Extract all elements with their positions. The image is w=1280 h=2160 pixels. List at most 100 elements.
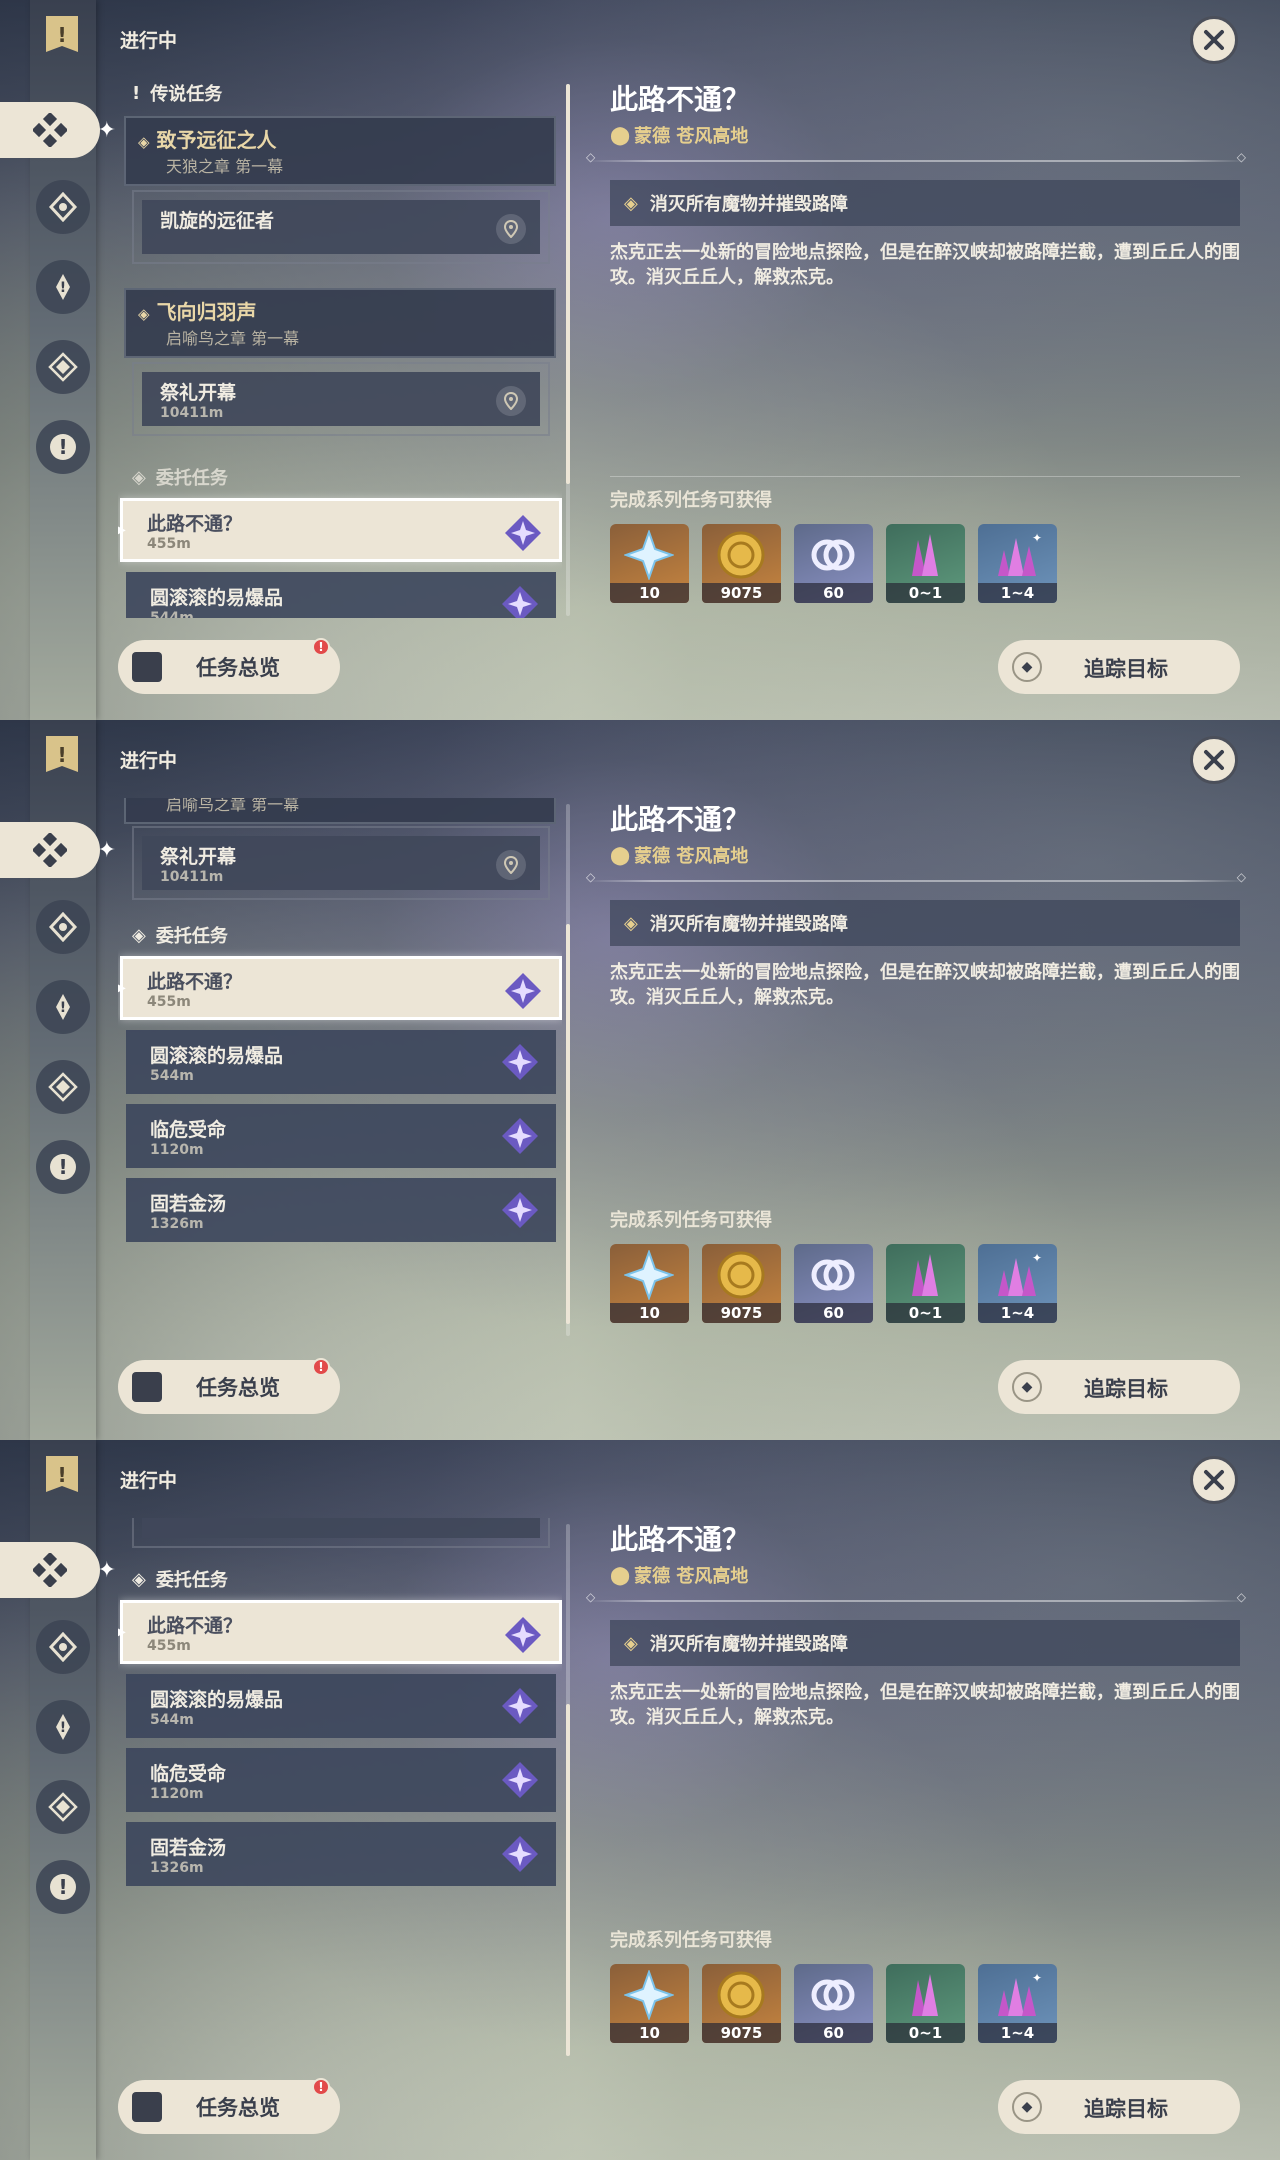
reward-crystal-cluster[interactable]: ✦ 1~4 bbox=[978, 1244, 1057, 1323]
selected-arrow-icon: ▶ bbox=[118, 1624, 126, 1640]
reward-crystal[interactable]: 0~1 bbox=[886, 1244, 965, 1323]
archon-subquest-2[interactable]: 祭礼开幕 10411m bbox=[132, 362, 550, 436]
quest-list[interactable]: ◈ 委托任务 ▶ 此路不通？ 455m 圆滚滚的易爆品 544m 临危受命 1120m … bbox=[118, 1518, 562, 2058]
track-target-button[interactable]: ◆ 追踪目标 bbox=[998, 2080, 1240, 2134]
subquest-distance: 10411m bbox=[160, 405, 224, 421]
reward-crystal[interactable]: 0~1 bbox=[886, 524, 965, 603]
commission-item-selected[interactable]: ▶ 此路不通？ 455m bbox=[118, 956, 562, 1020]
archon-subquest-2[interactable] bbox=[132, 1518, 550, 1548]
tab-world-quests[interactable]: ! bbox=[36, 420, 90, 474]
commission-icon: ◈ bbox=[132, 466, 146, 488]
reward-primogem[interactable]: 10 bbox=[610, 1964, 689, 2043]
scrollbar-thumb[interactable] bbox=[566, 84, 570, 484]
divider bbox=[610, 476, 1240, 477]
tab-archon-quests[interactable] bbox=[36, 1620, 90, 1674]
reward-adventure-exp[interactable]: 60 bbox=[794, 524, 873, 603]
spark-icon: ✦ bbox=[97, 118, 116, 143]
reward-adventure-exp[interactable]: 60 bbox=[794, 1964, 873, 2043]
tab-world-quests[interactable]: ! bbox=[36, 1140, 90, 1194]
commission-distance: 455m bbox=[147, 535, 191, 552]
svg-text:✦: ✦ bbox=[1032, 1251, 1042, 1265]
location-pin-icon[interactable] bbox=[496, 386, 526, 416]
archon-subquest-1[interactable]: 凯旋的远征者 bbox=[132, 190, 550, 264]
crystal-icon bbox=[912, 534, 938, 576]
scrollbar[interactable] bbox=[566, 84, 570, 616]
rewards-row: 10 9075 60 0~1 ✦ 1~4 bbox=[610, 1244, 1057, 1323]
selected-arrow-icon: ▶ bbox=[118, 980, 126, 996]
commission-item-selected[interactable]: ▶ 此路不通？ 455m bbox=[118, 1600, 562, 1664]
commission-distance: 1326m bbox=[150, 1215, 204, 1232]
quest-overview-button[interactable]: 任务总览! bbox=[118, 2078, 340, 2134]
reward-mora[interactable]: 9075 bbox=[702, 524, 781, 603]
tab-all-quests[interactable]: ✦ bbox=[0, 1542, 116, 1598]
commission-item[interactable]: 固若金汤 1326m bbox=[126, 1178, 556, 1242]
quest-list[interactable]: 飞向归羽声 启喻鸟之章 第一幕 祭礼开幕10411m ◈ 委托任务 ▶ 此路不通？… bbox=[118, 798, 562, 1338]
quest-overview-button[interactable]: 任务总览! bbox=[118, 1358, 340, 1414]
reward-primogem[interactable]: 10 bbox=[610, 524, 689, 603]
commission-item[interactable]: 圆滚滚的易爆品 544m bbox=[126, 1674, 556, 1738]
archon-quest-1[interactable]: ◈ 致予远征之人 天狼之章 第一幕 bbox=[124, 116, 556, 186]
commission-star-icon bbox=[502, 1688, 538, 1724]
commission-item[interactable]: 圆滚滚的易爆品 544m bbox=[126, 1030, 556, 1094]
track-target-button[interactable]: ◆ 追踪目标 bbox=[998, 1360, 1240, 1414]
alert-badge: ! bbox=[312, 1358, 330, 1376]
archon-quest-2[interactable]: 飞向归羽声 启喻鸟之章 第一幕 bbox=[124, 798, 556, 824]
primogem-icon bbox=[624, 1250, 674, 1300]
tab-story-quests[interactable]: ! bbox=[36, 980, 90, 1034]
svg-text:!: ! bbox=[58, 1875, 67, 1899]
bookmark-icon[interactable]: ! bbox=[44, 1454, 80, 1498]
legend-quest-section: ! 传说任务 bbox=[132, 78, 222, 108]
tab-archon-quests[interactable] bbox=[36, 900, 90, 954]
detail-location: ⬤ 蒙德 苍风高地 bbox=[610, 842, 748, 868]
bookmark-icon[interactable]: ! bbox=[44, 14, 80, 58]
objective-bar: ◈ 消灭所有魔物并摧毁路障 bbox=[610, 180, 1240, 226]
reward-adventure-exp[interactable]: 60 bbox=[794, 1244, 873, 1323]
tab-commissions[interactable] bbox=[36, 340, 90, 394]
reward-crystal[interactable]: 0~1 bbox=[886, 1964, 965, 2043]
tab-commissions[interactable] bbox=[36, 1780, 90, 1834]
rewards-label: 完成系列任务可获得 bbox=[610, 1930, 772, 1951]
location-pin-icon[interactable] bbox=[496, 850, 526, 880]
archon-quest-2[interactable]: ◈ 飞向归羽声 启喻鸟之章 第一幕 bbox=[124, 288, 556, 358]
tab-world-quests[interactable]: ! bbox=[36, 1860, 90, 1914]
archon-subquest-2[interactable]: 祭礼开幕 10411m bbox=[132, 826, 550, 900]
reward-crystal-cluster[interactable]: ✦ 1~4 bbox=[978, 524, 1057, 603]
commission-distance: 455m bbox=[147, 1637, 191, 1654]
scrollbar-thumb[interactable] bbox=[566, 1704, 570, 2056]
quest-list[interactable]: ! 传说任务 ◈ 致予远征之人 天狼之章 第一幕 凯旋的远征者 ◈ 飞向归羽声 启… bbox=[118, 78, 562, 618]
location-pin-icon[interactable] bbox=[496, 214, 526, 244]
commission-item[interactable]: 临危受命 1120m bbox=[126, 1104, 556, 1168]
tab-commissions[interactable] bbox=[36, 1060, 90, 1114]
reward-primogem[interactable]: 10 bbox=[610, 1244, 689, 1323]
tab-archon-quests[interactable] bbox=[36, 180, 90, 234]
objective-bar: ◈ 消灭所有魔物并摧毁路障 bbox=[610, 1620, 1240, 1666]
quest-description: 杰克正去一处新的冒险地点探险，但是在醉汉峡却被路障拦截，遭到丘丘人的围攻。消灭丘… bbox=[610, 962, 1240, 1008]
reward-crystal-cluster[interactable]: ✦ 1~4 bbox=[978, 1964, 1057, 2043]
archon-chapter: 启喻鸟之章 第一幕 bbox=[166, 798, 300, 814]
adventure-exp-icon bbox=[811, 539, 855, 571]
commission-distance: 1120m bbox=[150, 1141, 204, 1158]
tab-all-quests[interactable]: ✦ bbox=[0, 102, 116, 158]
reward-mora[interactable]: 9075 bbox=[702, 1244, 781, 1323]
tab-all-quests[interactable]: ✦ bbox=[0, 822, 116, 878]
commission-distance: 1326m bbox=[150, 1859, 204, 1876]
scrollbar-thumb[interactable] bbox=[566, 924, 570, 1324]
track-target-button[interactable]: ◆ 追踪目标 bbox=[998, 640, 1240, 694]
tab-story-quests[interactable]: ! bbox=[36, 1700, 90, 1754]
commission-item[interactable]: 临危受命 1120m bbox=[126, 1748, 556, 1812]
bookmark-icon[interactable]: ! bbox=[44, 734, 80, 778]
archon-quest-icon bbox=[48, 192, 78, 222]
commission-title: 临危受命 bbox=[150, 1118, 227, 1141]
commission-item[interactable]: 固若金汤 1326m bbox=[126, 1822, 556, 1886]
scrollbar[interactable] bbox=[566, 1524, 570, 2056]
story-quest-icon: ! bbox=[56, 994, 70, 1020]
commission-item-selected[interactable]: ▶ 此路不通？ 455m bbox=[118, 498, 562, 562]
commission-title: 圆滚滚的易爆品 bbox=[150, 586, 284, 609]
section-label: 委托任务 bbox=[155, 1570, 228, 1591]
commission-item[interactable]: 圆滚滚的易爆品 544m bbox=[126, 572, 556, 618]
reward-mora[interactable]: 9075 bbox=[702, 1964, 781, 2043]
scrollbar[interactable] bbox=[566, 804, 570, 1336]
commission-distance: 1120m bbox=[150, 1785, 204, 1802]
quest-overview-button[interactable]: 任务总览! bbox=[118, 638, 340, 694]
tab-story-quests[interactable]: ! bbox=[36, 260, 90, 314]
